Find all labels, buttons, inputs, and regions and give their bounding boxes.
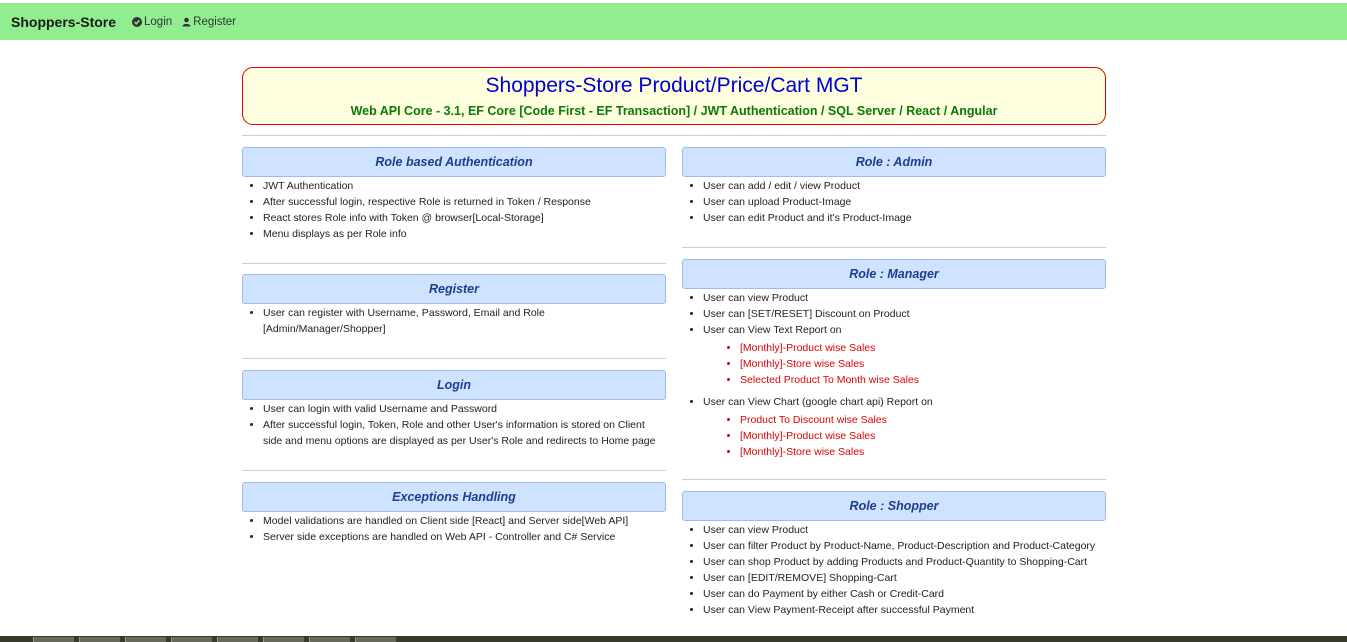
login-label: Login [144, 15, 173, 28]
taskbar-button[interactable] [79, 637, 120, 642]
list-item: Menu displays as per Role info [263, 226, 666, 242]
list-item: User can register with Username, Passwor… [263, 305, 666, 337]
list-item: React stores Role info with Token @ brow… [263, 210, 666, 226]
list-item: User can view Product [703, 290, 1106, 306]
list-item: User can view Product [703, 522, 1106, 538]
taskbar-button[interactable] [125, 637, 166, 642]
section-list: User can register with Username, Passwor… [242, 305, 666, 337]
text-report-list: [Monthly]-Product wise Sales [Monthly]-S… [703, 340, 1106, 388]
login-link[interactable]: Login [132, 16, 172, 28]
section-register: Register User can register with Username… [242, 274, 666, 337]
taskbar-button[interactable] [263, 637, 304, 642]
section-list: User can view Product User can filter Pr… [682, 522, 1106, 618]
list-item: User can upload Product-Image [703, 194, 1106, 210]
divider [242, 358, 666, 359]
list-item: After successful login, respective Role … [263, 194, 666, 210]
text-report-label: User can View Text Report on [703, 324, 842, 336]
report-item: Selected Product To Month wise Sales [740, 372, 1106, 388]
section-list: User can login with valid Username and P… [242, 401, 666, 449]
taskbar-button[interactable] [171, 637, 212, 642]
section-heading: Register [242, 274, 666, 304]
section-role-manager: Role : Manager User can view Product Use… [682, 259, 1106, 466]
list-item: User can View Chart (google chart api) R… [703, 394, 1106, 460]
check-circle-icon [132, 16, 143, 27]
list-item: User can View Payment-Receipt after succ… [703, 602, 1106, 618]
taskbar-button[interactable] [309, 637, 350, 642]
taskbar-button[interactable] [33, 637, 74, 642]
register-label: Register [193, 15, 236, 28]
list-item: User can View Text Report on [Monthly]-P… [703, 322, 1106, 388]
section-role-admin: Role : Admin User can add / edit / view … [682, 147, 1106, 226]
list-item: User can add / edit / view Product [703, 178, 1106, 194]
taskbar-button[interactable] [217, 637, 258, 642]
section-list: Model validations are handled on Client … [242, 513, 666, 545]
section-role-shopper: Role : Shopper User can view Product Use… [682, 491, 1106, 618]
hero-banner: Shoppers-Store Product/Price/Cart MGT We… [242, 67, 1106, 125]
report-item: [Monthly]-Product wise Sales [740, 340, 1106, 356]
list-item: JWT Authentication [263, 178, 666, 194]
section-heading: Role : Shopper [682, 491, 1106, 521]
divider [682, 479, 1106, 480]
tech-stack-subtitle: Web API Core - 3.1, EF Core [Code First … [350, 104, 998, 118]
page-title: Shoppers-Store Product/Price/Cart MGT [485, 74, 863, 97]
section-list: User can add / edit / view Product User … [682, 178, 1106, 226]
list-item: After successful login, Token, Role and … [263, 417, 666, 449]
divider [682, 247, 1106, 248]
section-role-auth: Role based Authentication JWT Authentica… [242, 147, 666, 242]
section-exceptions: Exceptions Handling Model validations ar… [242, 482, 666, 545]
section-login: Login User can login with valid Username… [242, 370, 666, 449]
list-item: User can filter Product by Product-Name,… [703, 538, 1106, 554]
report-item: Product To Discount wise Sales [740, 412, 1106, 428]
list-item: User can [SET/RESET] Discount on Product [703, 306, 1106, 322]
section-list: User can view Product User can [SET/RESE… [682, 290, 1106, 460]
section-heading: Role : Manager [682, 259, 1106, 289]
brand-link[interactable]: Shoppers-Store [11, 14, 116, 30]
divider [242, 470, 666, 471]
navbar: Shoppers-Store Login Register [0, 3, 1347, 40]
list-item: User can do Payment by either Cash or Cr… [703, 586, 1106, 602]
section-heading: Login [242, 370, 666, 400]
chart-report-label: User can View Chart (google chart api) R… [703, 396, 933, 408]
divider [242, 263, 666, 264]
list-item: User can edit Product and it's Product-I… [703, 210, 1106, 226]
taskbar-button[interactable] [355, 637, 396, 642]
report-item: [Monthly]-Store wise Sales [740, 356, 1106, 372]
list-item: Model validations are handled on Client … [263, 513, 666, 529]
user-icon [182, 17, 191, 26]
divider [242, 135, 1106, 136]
list-item: Server side exceptions are handled on We… [263, 529, 666, 545]
list-item: User can login with valid Username and P… [263, 401, 666, 417]
list-item: User can shop Product by adding Products… [703, 554, 1106, 570]
section-heading: Role based Authentication [242, 147, 666, 177]
report-item: [Monthly]-Store wise Sales [740, 444, 1106, 460]
list-item: User can [EDIT/REMOVE] Shopping-Cart [703, 570, 1106, 586]
section-list: JWT Authentication After successful logi… [242, 178, 666, 242]
chart-report-list: Product To Discount wise Sales [Monthly]… [703, 412, 1106, 460]
report-item: [Monthly]-Product wise Sales [740, 428, 1106, 444]
register-link[interactable]: Register [182, 16, 236, 28]
section-heading: Exceptions Handling [242, 482, 666, 512]
section-heading: Role : Admin [682, 147, 1106, 177]
taskbar-strip [0, 636, 1347, 642]
